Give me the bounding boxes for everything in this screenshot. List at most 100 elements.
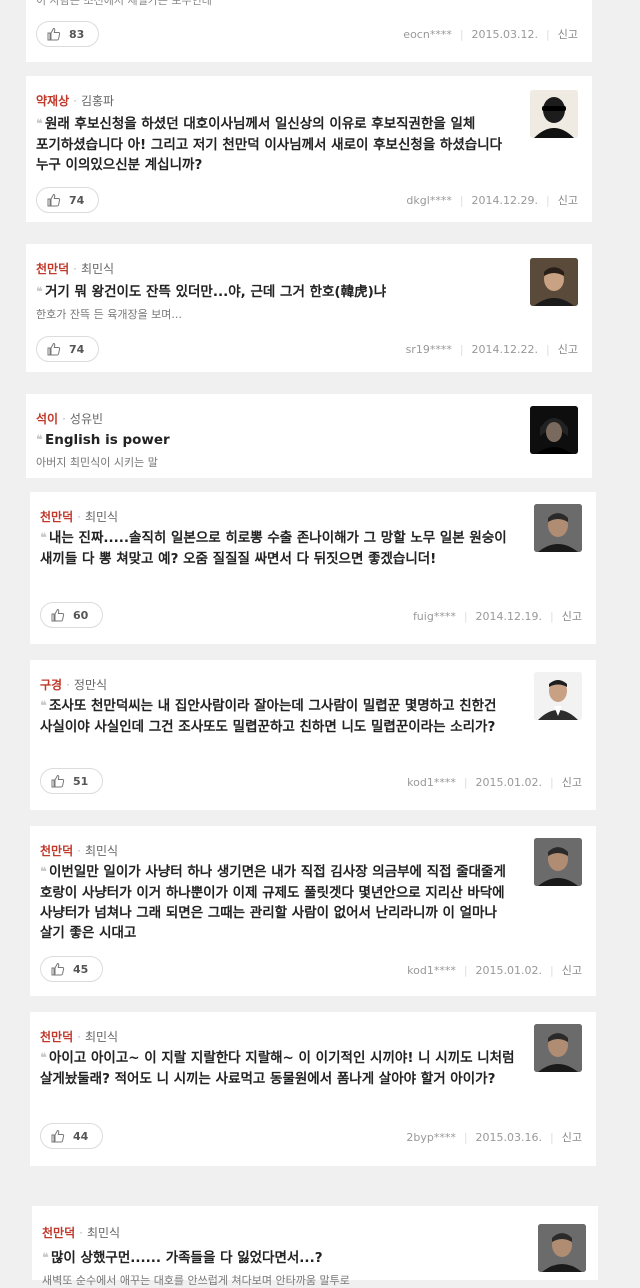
character-name: 천만덕 (40, 844, 74, 858)
comment-subtext: 아버지 최민식이 시키는 말 (36, 456, 158, 469)
comment-meta: fuig**** | 2014.12.19. | 신고 (412, 608, 582, 624)
comment-meta: sr19**** | 2014.12.22. | 신고 (405, 341, 578, 357)
avatar (534, 672, 582, 720)
avatar (530, 406, 578, 454)
like-count: 74 (69, 342, 85, 356)
comment-card: 구경 · 정만식 ❛❛ 조사또 천만덕씨는 내 집안사람이라 잘아는데 그사람이 밀렵… (30, 660, 596, 810)
comment-user: kod1**** (407, 775, 456, 789)
report-link[interactable]: 신고 (558, 341, 578, 357)
report-link[interactable]: 신고 (562, 608, 582, 624)
actor-name[interactable]: 최민식 (85, 844, 118, 858)
thumbs-up-icon (51, 962, 65, 976)
comment-user: 2byp**** (406, 1130, 456, 1144)
like-button[interactable]: 83 (36, 21, 100, 47)
like-count: 44 (73, 1129, 89, 1143)
like-button[interactable]: 51 (40, 768, 104, 794)
avatar (530, 258, 578, 306)
quote-icon: ❛❛ (36, 285, 43, 300)
comment-subtext: 새벽또 순수에서 애꾸는 대호를 안쓰럽게 쳐다보며 안타까움 말투로 (42, 1274, 350, 1287)
comment-user: dkgl**** (406, 193, 452, 207)
like-button[interactable]: 45 (40, 956, 104, 982)
comment-header: 천만덕 · 최민식 (40, 510, 119, 524)
like-count: 74 (69, 193, 85, 207)
comment-card: 석이 · 성유빈 ❛❛ English is power 아버지 최민식이 시키는 말 (26, 394, 592, 478)
comment-header: 천만덕 · 최민식 (36, 262, 115, 276)
actor-name[interactable]: 김홍파 (81, 94, 114, 108)
report-link[interactable]: 신고 (562, 774, 582, 790)
comment-meta: dkgl**** | 2014.12.29. | 신고 (406, 192, 578, 208)
comment-date: 2015.01.02. (475, 963, 543, 977)
character-name: 천만덕 (40, 1030, 74, 1044)
like-count: 45 (73, 962, 89, 976)
like-button[interactable]: 74 (36, 187, 100, 213)
report-link[interactable]: 신고 (562, 962, 582, 978)
report-link[interactable]: 신고 (562, 1129, 582, 1145)
comment-user: kod1**** (407, 963, 456, 977)
comment-header: 천만덕 · 최민식 (40, 844, 119, 858)
comment-header: 천만덕 · 최민식 (40, 1030, 119, 1044)
comment-meta: kod1**** | 2015.01.02. | 신고 (407, 774, 582, 790)
avatar (538, 1224, 586, 1272)
thumbs-up-icon (47, 193, 61, 207)
like-count: 60 (73, 608, 89, 622)
thumbs-up-icon (51, 1129, 65, 1143)
comment-text: 이 사람은 조선에서 제일가는 포수인데 (36, 0, 212, 7)
comment-text: ❛❛ 아이고 아이고~ 이 지랄 지랄한다 지랄해~ 이 이기적인 시끼야! 니 … (40, 1050, 515, 1087)
like-button[interactable]: 74 (36, 336, 100, 362)
thumbs-up-icon (51, 608, 65, 622)
character-name: 천만덕 (40, 510, 74, 524)
thumbs-up-icon (51, 774, 65, 788)
quote-icon: ❛❛ (40, 1051, 47, 1066)
comment-date: 2015.03.12. (471, 27, 539, 41)
report-link[interactable]: 신고 (558, 192, 578, 208)
character-name: 약재상 (36, 94, 70, 108)
comment-date: 2014.12.22. (471, 342, 539, 356)
character-name: 구경 (40, 678, 63, 692)
thumbs-up-icon (47, 27, 61, 41)
avatar (534, 504, 582, 552)
comment-date: 2015.01.02. (475, 775, 543, 789)
comment-meta: eocn**** | 2015.03.12. | 신고 (403, 26, 578, 42)
comment-card: 천만덕 · 최민식 ❛❛ 내는 진짜.....솔직히 일본으로 히로뽕 수출 존나이해… (30, 492, 596, 644)
comment-header: 석이 · 성유빈 (36, 412, 104, 426)
actor-name[interactable]: 최민식 (81, 262, 114, 276)
character-name: 천만덕 (42, 1226, 76, 1240)
comment-header: 약재상 · 김홍파 (36, 94, 115, 108)
comment-user: sr19**** (405, 342, 452, 356)
actor-name[interactable]: 최민식 (85, 510, 118, 524)
comment-meta: 2byp**** | 2015.03.16. | 신고 (406, 1129, 582, 1145)
comment-card: 천만덕 · 최민식 ❛❛ 이번일만 일이가 사냥터 하나 생기면은 내가 직접 김사장… (30, 826, 596, 996)
comment-date: 2015.03.16. (475, 1130, 543, 1144)
quote-icon: ❛❛ (40, 865, 47, 880)
avatar (534, 838, 582, 886)
report-link[interactable]: 신고 (558, 26, 578, 42)
comment-user: eocn**** (403, 27, 452, 41)
comment-text: ❛❛ 많이 상했구먼...... 가족들을 다 잃었다면서...? (42, 1250, 323, 1266)
comment-subtext: 한호가 잔뜩 든 육개장을 보며... (36, 308, 182, 321)
comment-user: fuig**** (412, 609, 456, 623)
actor-name[interactable]: 최민식 (87, 1226, 120, 1240)
like-count: 83 (69, 27, 85, 41)
like-count: 51 (73, 774, 89, 788)
comment-text: ❛❛ 내는 진짜.....솔직히 일본으로 히로뽕 수출 존나이해가 그 망할 노… (40, 530, 507, 567)
comment-date: 2014.12.29. (471, 193, 539, 207)
like-button[interactable]: 60 (40, 602, 104, 628)
avatar (534, 1024, 582, 1072)
character-name: 석이 (36, 412, 59, 426)
comment-meta: kod1**** | 2015.01.02. | 신고 (407, 962, 582, 978)
actor-name[interactable]: 성유빈 (70, 412, 103, 426)
actor-name[interactable]: 최민식 (85, 1030, 118, 1044)
comment-header: 천만덕 · 최민식 (42, 1226, 121, 1240)
like-button[interactable]: 44 (40, 1123, 104, 1149)
comment-header: 구경 · 정만식 (40, 678, 108, 692)
quote-icon: ❛❛ (40, 531, 47, 546)
comment-date: 2014.12.19. (475, 609, 543, 623)
thumbs-up-icon (47, 342, 61, 356)
comment-card: 약재상 · 김홍파 ❛❛ 원래 후보신청을 하셨던 대호이사님께서 일신상의 이유로 … (26, 76, 592, 222)
comment-text: ❛❛ English is power (36, 432, 170, 448)
quote-icon: ❛❛ (42, 1251, 49, 1266)
comment-text: ❛❛ 조사또 천만덕씨는 내 집안사람이라 잘아는데 그사람이 밀렵꾼 몇명하고 … (40, 698, 497, 735)
actor-name[interactable]: 정만식 (74, 678, 107, 692)
comment-card: 천만덕 · 최민식 ❛❛ 아이고 아이고~ 이 지랄 지랄한다 지랄해~ 이 이기적인… (30, 1012, 596, 1166)
comment-card: 천만덕 · 최민식 ❛❛ 많이 상했구먼...... 가족들을 다 잃었다면서...?… (32, 1206, 598, 1287)
